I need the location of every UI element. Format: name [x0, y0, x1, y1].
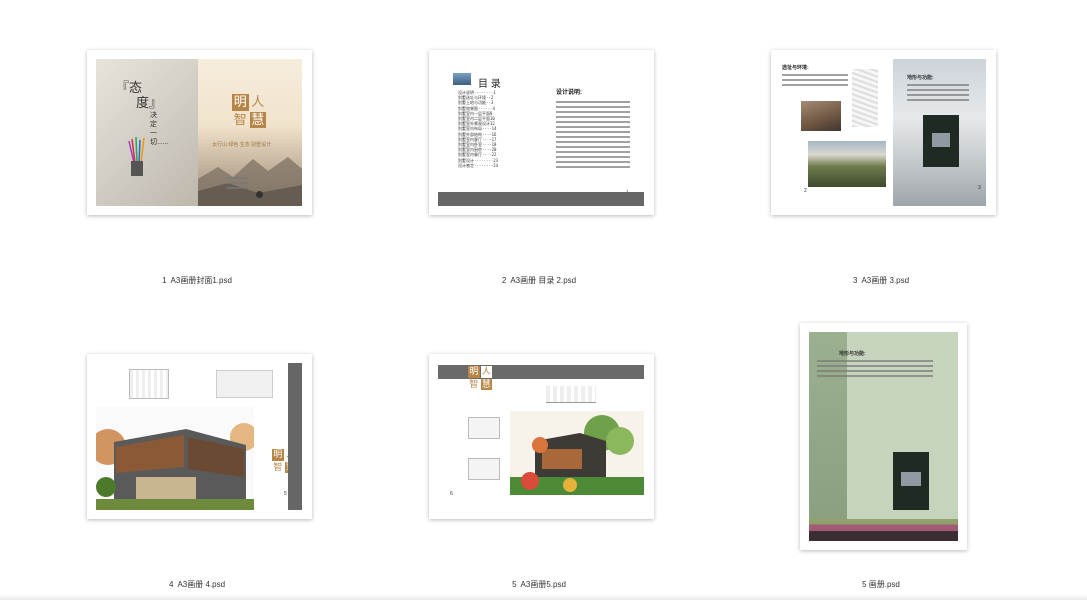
toc-house-icon — [453, 73, 471, 85]
p5-elevation-left-2 — [468, 458, 500, 480]
p4-elevation-2 — [216, 370, 273, 398]
caption-5: 5 A3画册5.psd — [512, 580, 566, 589]
toc-desc-text — [556, 101, 630, 171]
cover-small-logo — [256, 191, 263, 198]
p3-site-house — [932, 133, 950, 147]
p4-side-bar — [288, 363, 302, 510]
thumbnail-toc[interactable]: 目 录 设计说明········1 别墅选址与环境··2 别墅土地与功能··3 … — [429, 50, 654, 215]
thumbnail-page-5[interactable]: 明 人 智 慧 6 — [429, 354, 654, 519]
p3-page-right: 3 — [978, 185, 981, 191]
p3-photo-1 — [801, 101, 841, 131]
thumbnail-page-6[interactable]: 地形与功能: — [800, 323, 967, 550]
p5-page-number: 6 — [450, 491, 453, 497]
toc-desc-title: 设计说明: — [556, 90, 582, 96]
cover-quote-word: 度』 — [136, 96, 163, 111]
caption-3: 3 A3画册 3.psd — [852, 276, 910, 285]
p6-footer-band — [809, 519, 958, 541]
p6-site-house — [901, 472, 921, 486]
thumbnail-page-4[interactable]: 明 人 智 慧 5 — [87, 354, 312, 519]
bottom-edge — [0, 594, 1087, 600]
cover-vertical-text: 决定一切...... — [150, 112, 169, 146]
p5-elevation-top — [546, 386, 596, 403]
caption-2: 2 A3画册 目录 2.psd — [501, 276, 577, 285]
p3-left-heading: 选址与环境: — [782, 65, 809, 71]
p5-logo: 明 人 智 慧 — [468, 366, 492, 390]
p3-right-text — [907, 84, 969, 104]
p3-page-left: 2 — [804, 188, 807, 194]
toc-footer-bar — [438, 192, 644, 206]
pencil-cup-image — [126, 135, 148, 177]
cover-info-lines — [226, 177, 248, 192]
caption-4: 4 A3画册 4.psd — [168, 580, 226, 589]
p3-left-text — [782, 74, 848, 89]
p3-map — [852, 69, 878, 127]
p4-page-number: 5 — [284, 491, 287, 497]
cover-tagline: 太行山 绿色 生态 别墅设计 — [212, 142, 272, 148]
cover-logo: 明 人 智 慧 — [232, 94, 266, 128]
p5-house-sketch — [510, 411, 644, 495]
thumbnail-cover[interactable]: 『态 度』 决定一切...... 明 人 智 慧 太行山 绿色 生态 — [87, 50, 312, 215]
p6-heading: 地形与功能: — [839, 351, 866, 357]
toc-title: 目 录 — [478, 79, 501, 90]
p6-text — [817, 360, 933, 380]
p3-right-heading: 地形与功能: — [907, 75, 934, 81]
caption-1: 1 A3画册封面1.psd — [162, 276, 232, 285]
cover-mountain-image — [198, 149, 302, 206]
p3-photo-2 — [808, 141, 886, 187]
p4-elevation-1 — [129, 369, 169, 399]
toc-entries: 设计说明········1 别墅选址与环境··2 别墅土地与功能··3 别墅效果… — [458, 90, 499, 168]
thumbnail-page-3[interactable]: 选址与环境: 2 地形与功能: 3 — [771, 50, 996, 215]
p4-house-rendering — [96, 407, 258, 510]
caption-6: 5 画册.psd — [862, 580, 900, 589]
cover-left-panel — [96, 59, 198, 206]
p5-elevation-left-1 — [468, 417, 500, 439]
